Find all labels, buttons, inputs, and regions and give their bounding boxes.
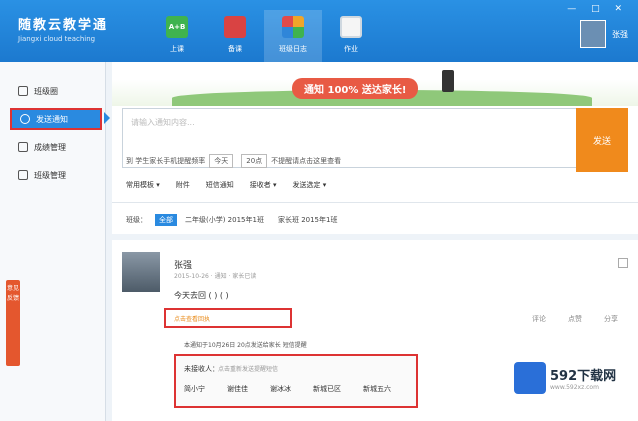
active-arrow <box>104 112 110 124</box>
watermark-sub: www.592xz.com <box>550 384 599 391</box>
attach-button[interactable]: 附件 <box>176 180 190 190</box>
sms-checkbox[interactable]: 短信通知 <box>206 180 234 190</box>
windows-icon <box>282 16 304 38</box>
class-item[interactable]: 二年级(小学) 2015年1班 <box>185 215 264 225</box>
class-item[interactable]: 家长班 2015年1班 <box>278 215 338 225</box>
option-text: 到 学生家长手机提醒频率 <box>126 157 206 165</box>
reminder-options: 到 学生家长手机提醒频率 今天 20点 不提醒请点击这里查看 <box>126 154 341 168</box>
sidebar-item-class-circle[interactable]: 班级圈 <box>10 80 102 102</box>
recipients-button[interactable]: 接收者 ▾ <box>250 180 277 190</box>
book-icon <box>224 16 246 38</box>
send-selected-button[interactable]: 发送选定 ▾ <box>293 180 327 190</box>
unreceived-box: 未接收人： 点击重新发送提醒短信 简小宁 谢佳佳 谢冰冰 新城已区 新城五六 <box>174 354 418 408</box>
app-title: 随教云教学通 <box>18 18 109 33</box>
avatar <box>122 252 160 292</box>
cube-logo-icon <box>514 362 546 394</box>
sidebar-item-label: 班级圈 <box>34 86 58 96</box>
sidebar: 班级圈 发送通知 成绩管理 班级管理 意见反馈 <box>0 62 106 421</box>
send-notice-text: 本通知于10月26日 20点发送给家长 短信提醒 <box>184 342 307 349</box>
post-text: 今天去回 ( ) ( ) <box>174 291 229 300</box>
nav-class[interactable]: A+B 上课 <box>148 10 206 62</box>
main-nav: A+B 上课 备课 班级日志 作业 <box>148 10 380 62</box>
unreceived-names: 简小宁 谢佳佳 谢冰冰 新城已区 新城五六 <box>184 384 413 394</box>
list-item: 简小宁 <box>184 385 205 393</box>
watermark: 592下载网 www.592xz.com <box>514 360 634 396</box>
received-link[interactable]: 点击查看回执 <box>164 308 292 328</box>
share-button[interactable]: 分享 <box>604 314 618 324</box>
hour-select[interactable]: 20点 <box>241 154 268 168</box>
app-brand: 随教云教学通 Jiangxi cloud teaching <box>18 14 108 43</box>
post-author: 张强 <box>174 261 193 271</box>
composer-placeholder: 请输入通知内容... <box>131 118 195 127</box>
sidebar-item-label: 发送通知 <box>36 114 68 124</box>
watermark-text: 592下载网 <box>550 369 617 384</box>
nav-label: 作业 <box>344 45 358 53</box>
nav-prepare[interactable]: 备课 <box>206 10 264 62</box>
divider <box>112 202 638 203</box>
send-icon <box>20 114 30 124</box>
list-item: 新城已区 <box>313 385 341 393</box>
post-actions: 评论 点赞 分享 <box>510 314 618 324</box>
app-subtitle: Jiangxi cloud teaching <box>18 35 96 43</box>
nav-label: 备课 <box>228 45 242 53</box>
send-button[interactable]: 发送 <box>576 108 628 172</box>
list-item: 新城五六 <box>363 385 391 393</box>
unreceived-label: 未接收人： <box>184 365 219 373</box>
abc-icon: A+B <box>166 16 188 38</box>
feedback-tab[interactable]: 意见反馈 <box>6 280 20 366</box>
day-select[interactable]: 今天 <box>209 154 234 168</box>
window-controls[interactable]: — □ ✕ <box>567 4 628 14</box>
nav-label: 上课 <box>170 45 184 53</box>
banner-message: 通知 100% 送达家长! <box>292 78 419 99</box>
option-tail[interactable]: 不提醒请点击这里查看 <box>271 156 341 166</box>
sidebar-item-class-manage[interactable]: 班级管理 <box>10 164 102 186</box>
list-item: 谢冰冰 <box>270 385 291 393</box>
divider <box>112 234 638 240</box>
sidebar-item-send-notice[interactable]: 发送通知 <box>10 108 102 130</box>
banner: 通知 100% 送达家长! <box>112 62 638 106</box>
more-icon[interactable] <box>618 258 628 268</box>
nav-class-log[interactable]: 班级日志 <box>264 10 322 62</box>
user-name: 张强 <box>612 29 628 39</box>
sidebar-item-label: 成绩管理 <box>34 142 66 152</box>
class-label: 班级： <box>126 216 147 224</box>
resend-link[interactable]: 点击重新发送提醒短信 <box>218 364 278 373</box>
title-bar: 随教云教学通 Jiangxi cloud teaching A+B 上课 备课 班… <box>0 0 638 62</box>
edit-icon <box>340 16 362 38</box>
like-button[interactable]: 点赞 <box>568 314 582 324</box>
sidebar-item-label: 班级管理 <box>34 170 66 180</box>
template-button[interactable]: 常用模板 ▾ <box>126 180 160 190</box>
user-icon <box>18 86 28 96</box>
nav-label: 班级日志 <box>279 45 307 53</box>
grid-icon <box>18 170 28 180</box>
doc-icon <box>18 142 28 152</box>
class-badge-all[interactable]: 全部 <box>155 214 177 226</box>
nav-homework[interactable]: 作业 <box>322 10 380 62</box>
composer-toolbar: 常用模板 ▾ 附件 短信通知 接收者 ▾ 发送选定 ▾ <box>126 180 342 190</box>
phone-icon <box>442 70 454 92</box>
sidebar-item-grades[interactable]: 成绩管理 <box>10 136 102 158</box>
post-meta: 2015-10-26 · 通知 · 家长已读 <box>174 273 257 280</box>
comment-button[interactable]: 评论 <box>532 314 546 324</box>
list-item: 谢佳佳 <box>227 385 248 393</box>
avatar <box>580 20 606 48</box>
class-filter: 班级： 全部 二年级(小学) 2015年1班 家长班 2015年1班 <box>126 214 351 226</box>
user-area[interactable]: 张强 <box>580 20 628 48</box>
